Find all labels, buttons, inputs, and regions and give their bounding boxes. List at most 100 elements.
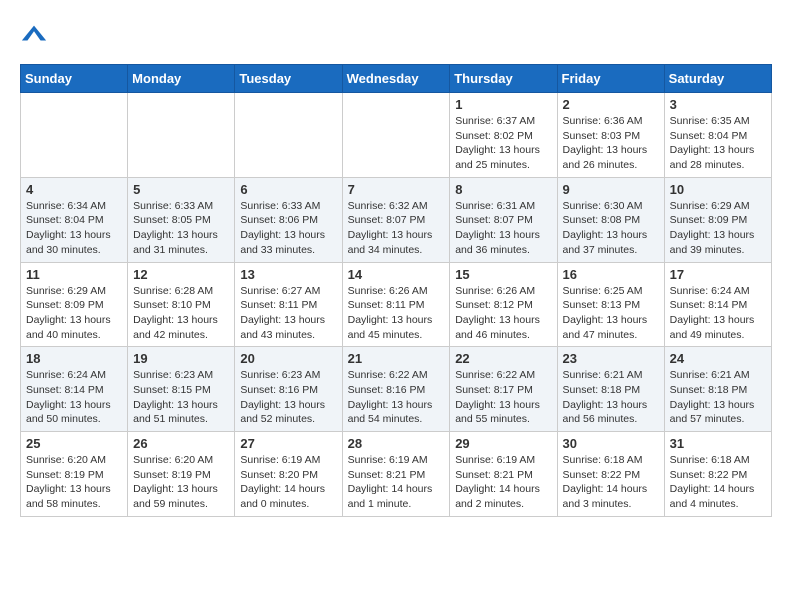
calendar-cell: 26 Sunrise: 6:20 AM Sunset: 8:19 PM Dayli… <box>128 432 235 517</box>
day-info: Sunrise: 6:29 AM Sunset: 8:09 PM Dayligh… <box>26 284 122 343</box>
day-number: 31 <box>670 436 766 451</box>
day-info: Sunrise: 6:24 AM Sunset: 8:14 PM Dayligh… <box>670 284 766 343</box>
calendar-cell: 18Sunrise: 6:24 AM Sunset: 8:14 PM Dayli… <box>21 347 128 432</box>
calendar-cell: 8Sunrise: 6:31 AM Sunset: 8:07 PM Daylig… <box>450 177 557 262</box>
day-info: Sunrise: 6:19 AM Sunset: 8:20 PM Dayligh… <box>240 453 336 512</box>
day-info: Sunrise: 6:30 AM Sunset: 8:08 PM Dayligh… <box>563 199 659 258</box>
calendar-cell: 24 Sunrise: 6:21 AM Sunset: 8:18 PM Dayli… <box>664 347 771 432</box>
day-info: Sunrise: 6:26 AM Sunset: 8:11 PM Dayligh… <box>348 284 445 343</box>
calendar-cell: 19 Sunrise: 6:23 AM Sunset: 8:15 PM Dayli… <box>128 347 235 432</box>
day-info: Sunrise: 6:29 AM Sunset: 8:09 PM Dayligh… <box>670 199 766 258</box>
day-info: Sunrise: 6:23 AM Sunset: 8:15 PM Dayligh… <box>133 368 229 427</box>
calendar-cell: 21 Sunrise: 6:22 AM Sunset: 8:16 PM Dayli… <box>342 347 450 432</box>
weekday-header-tuesday: Tuesday <box>235 65 342 93</box>
day-info: Sunrise: 6:20 AM Sunset: 8:19 PM Dayligh… <box>26 453 122 512</box>
calendar-cell <box>342 93 450 178</box>
calendar-cell: 13 Sunrise: 6:27 AM Sunset: 8:11 PM Dayli… <box>235 262 342 347</box>
day-number: 30 <box>563 436 659 451</box>
calendar-cell: 9 Sunrise: 6:30 AM Sunset: 8:08 PM Daylig… <box>557 177 664 262</box>
day-number: 15 <box>455 267 551 282</box>
day-number: 13 <box>240 267 336 282</box>
day-info: Sunrise: 6:18 AM Sunset: 8:22 PM Dayligh… <box>563 453 659 512</box>
weekday-header-friday: Friday <box>557 65 664 93</box>
weekday-header-row: SundayMondayTuesdayWednesdayThursdayFrid… <box>21 65 772 93</box>
day-info: Sunrise: 6:37 AM Sunset: 8:02 PM Dayligh… <box>455 114 551 173</box>
calendar-cell: 14 Sunrise: 6:26 AM Sunset: 8:11 PM Dayli… <box>342 262 450 347</box>
calendar-cell: 17 Sunrise: 6:24 AM Sunset: 8:14 PM Dayli… <box>664 262 771 347</box>
calendar-cell: 20Sunrise: 6:23 AM Sunset: 8:16 PM Dayli… <box>235 347 342 432</box>
day-number: 12 <box>133 267 229 282</box>
calendar-cell: 25 Sunrise: 6:20 AM Sunset: 8:19 PM Dayli… <box>21 432 128 517</box>
weekday-header-wednesday: Wednesday <box>342 65 450 93</box>
weekday-header-saturday: Saturday <box>664 65 771 93</box>
day-number: 29 <box>455 436 551 451</box>
day-info: Sunrise: 6:22 AM Sunset: 8:16 PM Dayligh… <box>348 368 445 427</box>
day-info: Sunrise: 6:33 AM Sunset: 8:05 PM Dayligh… <box>133 199 229 258</box>
day-info: Sunrise: 6:21 AM Sunset: 8:18 PM Dayligh… <box>563 368 659 427</box>
calendar-cell: 6 Sunrise: 6:33 AM Sunset: 8:06 PM Daylig… <box>235 177 342 262</box>
calendar-cell: 12 Sunrise: 6:28 AM Sunset: 8:10 PM Dayli… <box>128 262 235 347</box>
day-info: Sunrise: 6:32 AM Sunset: 8:07 PM Dayligh… <box>348 199 445 258</box>
calendar-cell: 15 Sunrise: 6:26 AM Sunset: 8:12 PM Dayli… <box>450 262 557 347</box>
calendar-cell: 11 Sunrise: 6:29 AM Sunset: 8:09 PM Dayli… <box>21 262 128 347</box>
day-number: 23 <box>563 351 659 366</box>
day-info: Sunrise: 6:33 AM Sunset: 8:06 PM Dayligh… <box>240 199 336 258</box>
weekday-header-monday: Monday <box>128 65 235 93</box>
day-number: 3 <box>670 97 766 112</box>
calendar-cell <box>21 93 128 178</box>
day-number: 24 <box>670 351 766 366</box>
day-number: 1 <box>455 97 551 112</box>
day-number: 5 <box>133 182 229 197</box>
calendar-cell: 4 Sunrise: 6:34 AM Sunset: 8:04 PM Daylig… <box>21 177 128 262</box>
calendar-cell: 22 Sunrise: 6:22 AM Sunset: 8:17 PM Dayli… <box>450 347 557 432</box>
calendar-week-3: 11 Sunrise: 6:29 AM Sunset: 8:09 PM Dayli… <box>21 262 772 347</box>
calendar-week-1: 1 Sunrise: 6:37 AM Sunset: 8:02 PM Daylig… <box>21 93 772 178</box>
day-number: 26 <box>133 436 229 451</box>
calendar-cell: 7Sunrise: 6:32 AM Sunset: 8:07 PM Daylig… <box>342 177 450 262</box>
day-number: 10 <box>670 182 766 197</box>
calendar-cell: 3 Sunrise: 6:35 AM Sunset: 8:04 PM Daylig… <box>664 93 771 178</box>
day-info: Sunrise: 6:27 AM Sunset: 8:11 PM Dayligh… <box>240 284 336 343</box>
calendar-cell: 27 Sunrise: 6:19 AM Sunset: 8:20 PM Dayli… <box>235 432 342 517</box>
day-info: Sunrise: 6:21 AM Sunset: 8:18 PM Dayligh… <box>670 368 766 427</box>
day-number: 6 <box>240 182 336 197</box>
calendar-cell: 10 Sunrise: 6:29 AM Sunset: 8:09 PM Dayli… <box>664 177 771 262</box>
day-number: 22 <box>455 351 551 366</box>
day-number: 16 <box>563 267 659 282</box>
day-number: 17 <box>670 267 766 282</box>
day-number: 25 <box>26 436 122 451</box>
day-info: Sunrise: 6:24 AM Sunset: 8:14 PM Dayligh… <box>26 368 122 427</box>
weekday-header-sunday: Sunday <box>21 65 128 93</box>
day-number: 19 <box>133 351 229 366</box>
day-info: Sunrise: 6:20 AM Sunset: 8:19 PM Dayligh… <box>133 453 229 512</box>
day-info: Sunrise: 6:25 AM Sunset: 8:13 PM Dayligh… <box>563 284 659 343</box>
logo <box>20 20 52 48</box>
calendar-week-2: 4 Sunrise: 6:34 AM Sunset: 8:04 PM Daylig… <box>21 177 772 262</box>
day-info: Sunrise: 6:26 AM Sunset: 8:12 PM Dayligh… <box>455 284 551 343</box>
day-number: 9 <box>563 182 659 197</box>
calendar-cell <box>128 93 235 178</box>
day-number: 14 <box>348 267 445 282</box>
calendar-cell: 5 Sunrise: 6:33 AM Sunset: 8:05 PM Daylig… <box>128 177 235 262</box>
weekday-header-thursday: Thursday <box>450 65 557 93</box>
day-number: 2 <box>563 97 659 112</box>
calendar-cell: 28Sunrise: 6:19 AM Sunset: 8:21 PM Dayli… <box>342 432 450 517</box>
day-number: 11 <box>26 267 122 282</box>
day-info: Sunrise: 6:35 AM Sunset: 8:04 PM Dayligh… <box>670 114 766 173</box>
day-info: Sunrise: 6:36 AM Sunset: 8:03 PM Dayligh… <box>563 114 659 173</box>
day-number: 4 <box>26 182 122 197</box>
day-number: 27 <box>240 436 336 451</box>
day-info: Sunrise: 6:23 AM Sunset: 8:16 PM Dayligh… <box>240 368 336 427</box>
day-info: Sunrise: 6:22 AM Sunset: 8:17 PM Dayligh… <box>455 368 551 427</box>
day-info: Sunrise: 6:31 AM Sunset: 8:07 PM Dayligh… <box>455 199 551 258</box>
calendar-cell: 16 Sunrise: 6:25 AM Sunset: 8:13 PM Dayli… <box>557 262 664 347</box>
day-number: 21 <box>348 351 445 366</box>
logo-icon <box>20 20 48 48</box>
day-info: Sunrise: 6:19 AM Sunset: 8:21 PM Dayligh… <box>348 453 445 512</box>
day-info: Sunrise: 6:34 AM Sunset: 8:04 PM Dayligh… <box>26 199 122 258</box>
page-header <box>20 20 772 48</box>
day-info: Sunrise: 6:28 AM Sunset: 8:10 PM Dayligh… <box>133 284 229 343</box>
calendar-cell: 1 Sunrise: 6:37 AM Sunset: 8:02 PM Daylig… <box>450 93 557 178</box>
calendar-cell <box>235 93 342 178</box>
calendar-cell: 23 Sunrise: 6:21 AM Sunset: 8:18 PM Dayli… <box>557 347 664 432</box>
